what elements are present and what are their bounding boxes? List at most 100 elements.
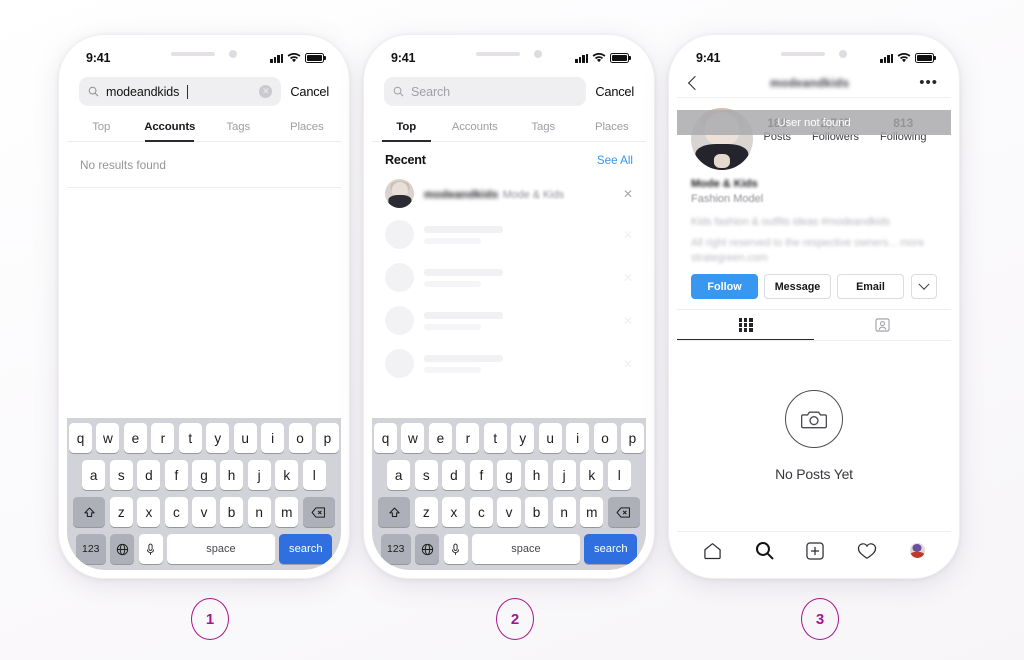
backspace-icon[interactable] [302,497,335,527]
key-k[interactable]: k [580,460,604,490]
key-g[interactable]: g [192,460,216,490]
key-g[interactable]: g [497,460,521,490]
key-e[interactable]: e [428,423,452,453]
key-r[interactable]: r [456,423,480,453]
key-f[interactable]: f [164,460,189,490]
microphone-icon[interactable] [443,534,468,564]
close-icon[interactable]: ✕ [623,228,633,242]
tab-accounts[interactable]: Accounts [136,114,205,142]
key-e[interactable]: e [123,423,147,453]
profile-avatar-icon[interactable] [909,543,925,558]
cancel-button[interactable]: Cancel [595,84,634,99]
key-u[interactable]: u [233,423,257,453]
search-input[interactable]: Search [384,77,587,106]
key-n[interactable]: n [247,497,271,527]
backspace-icon[interactable] [607,497,640,527]
tab-places[interactable]: Places [578,114,647,141]
key-h[interactable]: h [219,460,244,490]
key-d[interactable]: d [137,460,161,490]
list-item[interactable]: ✕ [372,213,646,256]
tab-tags[interactable]: Tags [204,114,273,141]
close-icon[interactable]: ✕ [623,357,633,371]
key-k[interactable]: k [275,460,299,490]
list-item[interactable]: ✕ [372,256,646,299]
close-icon[interactable]: ✕ [623,314,633,328]
key-s[interactable]: s [109,460,133,490]
message-button[interactable]: Message [764,274,831,299]
key-w[interactable]: w [401,423,425,453]
key-i[interactable]: i [261,423,285,453]
key-o[interactable]: o [288,423,312,453]
key-f[interactable]: f [469,460,494,490]
key-y[interactable]: y [511,423,535,453]
key-c[interactable]: c [164,497,189,527]
shift-icon[interactable] [73,497,106,527]
key-u[interactable]: u [538,423,562,453]
numbers-key[interactable]: 123 [380,534,411,564]
list-item[interactable]: ✕ [372,342,646,385]
tab-top[interactable]: Top [67,114,136,141]
key-w[interactable]: w [96,423,120,453]
search-icon[interactable] [755,541,774,560]
key-z[interactable]: z [109,497,133,527]
cancel-button[interactable]: Cancel [290,84,329,99]
close-icon[interactable]: ✕ [623,187,633,201]
email-button[interactable]: Email [837,274,904,299]
space-key[interactable]: space [166,534,275,564]
list-item[interactable]: modeandkids Mode & Kids ✕ [372,174,646,213]
tab-tagged[interactable] [814,310,951,340]
key-t[interactable]: t [483,423,507,453]
tab-tags[interactable]: Tags [509,114,578,141]
key-q[interactable]: q [69,423,93,453]
more-options-icon[interactable]: ••• [919,76,938,90]
chevron-down-icon[interactable] [911,274,937,299]
key-c[interactable]: c [469,497,494,527]
tab-grid[interactable] [677,310,814,341]
close-icon[interactable]: ✕ [623,271,633,285]
shift-icon[interactable] [378,497,411,527]
key-m[interactable]: m [275,497,299,527]
key-j[interactable]: j [552,460,576,490]
key-s[interactable]: s [414,460,438,490]
key-o[interactable]: o [593,423,617,453]
bio-website[interactable]: strategreen.com [691,252,937,264]
key-i[interactable]: i [566,423,590,453]
tab-places[interactable]: Places [273,114,342,141]
key-a[interactable]: a [387,460,411,490]
key-l[interactable]: l [607,460,631,490]
key-d[interactable]: d [442,460,466,490]
key-r[interactable]: r [151,423,175,453]
numbers-key[interactable]: 123 [75,534,106,564]
add-post-icon[interactable] [806,541,825,560]
see-all-button[interactable]: See All [597,154,633,167]
tab-accounts[interactable]: Accounts [441,114,510,141]
search-key[interactable]: search [584,534,638,564]
key-v[interactable]: v [192,497,216,527]
key-j[interactable]: j [247,460,271,490]
key-x[interactable]: x [442,497,466,527]
search-input[interactable]: modeandkids ✕ [79,77,282,106]
key-t[interactable]: t [178,423,202,453]
key-b[interactable]: b [524,497,549,527]
key-a[interactable]: a [82,460,106,490]
key-x[interactable]: x [137,497,161,527]
key-p[interactable]: p [620,423,644,453]
key-z[interactable]: z [414,497,438,527]
key-b[interactable]: b [219,497,244,527]
key-p[interactable]: p [315,423,339,453]
key-m[interactable]: m [580,497,604,527]
key-l[interactable]: l [302,460,326,490]
key-n[interactable]: n [552,497,576,527]
key-h[interactable]: h [524,460,549,490]
tab-top[interactable]: Top [372,114,441,142]
microphone-icon[interactable] [138,534,163,564]
clear-icon[interactable]: ✕ [259,85,273,98]
follow-button[interactable]: Follow [691,274,758,299]
list-item[interactable]: ✕ [372,299,646,342]
home-icon[interactable] [703,542,722,560]
search-key[interactable]: search [279,534,333,564]
key-v[interactable]: v [497,497,521,527]
key-y[interactable]: y [206,423,230,453]
space-key[interactable]: space [471,534,580,564]
key-q[interactable]: q [374,423,398,453]
